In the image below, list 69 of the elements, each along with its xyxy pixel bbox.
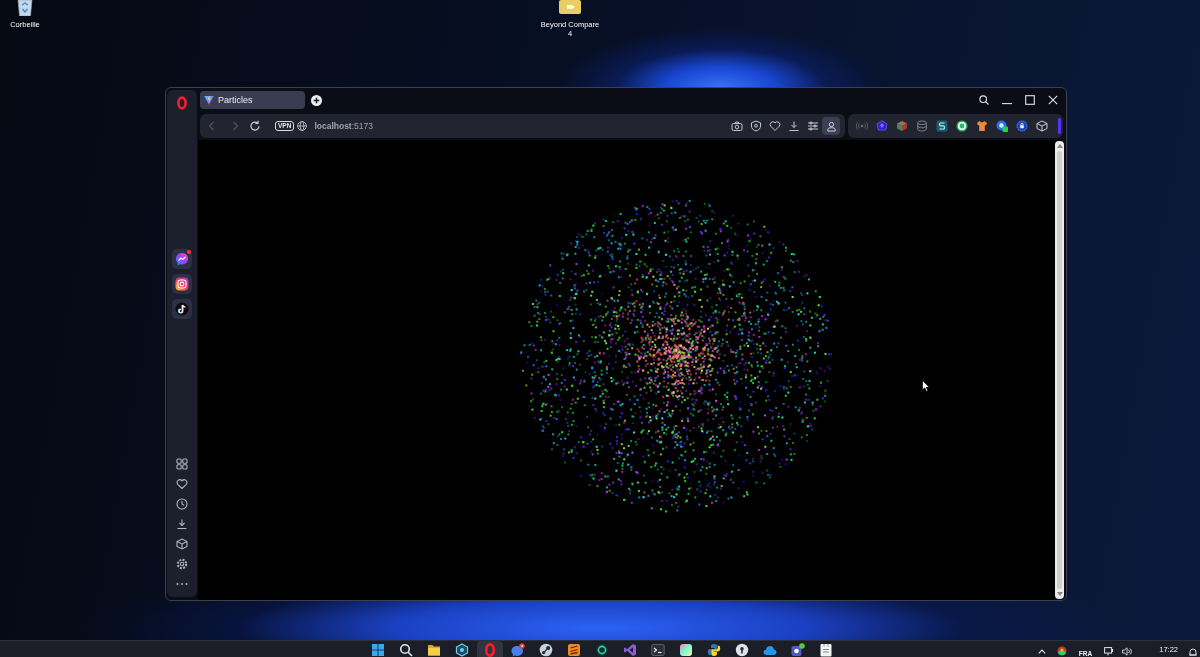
- grid-icon[interactable]: [176, 458, 188, 470]
- tile-badge-icon: [791, 643, 805, 657]
- chat-bubble-icon: [175, 252, 189, 266]
- camera-icon[interactable]: [730, 120, 743, 132]
- two-tone-knot-icon: [707, 643, 721, 657]
- squiggle-tile-icon[interactable]: [936, 120, 948, 132]
- pointer-icon: [922, 380, 930, 392]
- more-icon[interactable]: [176, 582, 188, 586]
- caret-up-icon[interactable]: [1056, 144, 1063, 148]
- scrollbar-track[interactable]: [1055, 141, 1064, 599]
- maximize-icon: [1025, 95, 1035, 105]
- search-icon: [399, 643, 413, 657]
- scrollbar-thumb[interactable]: [1057, 151, 1062, 589]
- chevron-up-icon[interactable]: [1037, 649, 1046, 654]
- stripes-tile-icon: [567, 643, 581, 657]
- person-icon: [825, 120, 837, 132]
- ring-icon[interactable]: [956, 120, 968, 132]
- cube-icon[interactable]: [176, 538, 188, 550]
- shield-icon[interactable]: [749, 120, 762, 132]
- reload-icon[interactable]: [249, 120, 261, 132]
- music-note-icon: [175, 302, 189, 316]
- search-icon: [979, 95, 989, 105]
- browser-tab[interactable]: Particles: [200, 91, 305, 109]
- new-tab-icon[interactable]: [311, 94, 322, 106]
- cloud-icon: [763, 643, 777, 657]
- heart-icon[interactable]: [768, 120, 781, 132]
- network-icon[interactable]: [1104, 647, 1115, 656]
- disc-badge-icon[interactable]: [996, 120, 1008, 132]
- minimize-icon: [1002, 103, 1012, 105]
- clock-icon[interactable]: [176, 498, 188, 510]
- sidebar-app-button[interactable]: [172, 249, 192, 269]
- extensions-cube-icon[interactable]: [1036, 120, 1048, 132]
- app-tile-icon: [559, 0, 581, 14]
- download-icon[interactable]: [787, 120, 800, 132]
- database-icon[interactable]: [916, 120, 928, 132]
- orb-icon: [595, 643, 609, 657]
- start-icon: [371, 643, 385, 657]
- profile-button[interactable]: [822, 117, 840, 135]
- download-icon[interactable]: [176, 518, 188, 530]
- notepad-icon: [819, 643, 833, 657]
- sidebar-app-button[interactable]: [172, 299, 192, 319]
- shirt-icon[interactable]: [976, 120, 988, 132]
- caret-down-icon[interactable]: [1056, 592, 1063, 596]
- sliders-icon[interactable]: [806, 120, 819, 132]
- gem-icon[interactable]: [876, 120, 888, 132]
- close-icon: [1048, 95, 1058, 105]
- heart-icon[interactable]: [176, 478, 188, 490]
- accent-bar: [1058, 118, 1061, 134]
- o-logo-icon: [483, 643, 497, 657]
- gradient-tile-icon: [679, 643, 693, 657]
- globe-icon: [297, 121, 308, 131]
- hexagon-icon: [455, 643, 469, 657]
- ball-icon[interactable]: [1056, 646, 1067, 656]
- sidebar-app-button[interactable]: [172, 274, 192, 294]
- triangle-icon: [204, 95, 214, 105]
- settings-icon[interactable]: [176, 558, 188, 570]
- lock-disc-icon[interactable]: [1016, 120, 1028, 132]
- link-disc-icon: [539, 643, 553, 657]
- o-logo-icon[interactable]: [175, 96, 189, 110]
- address-field[interactable]: localhost:5173: [314, 121, 727, 131]
- bell-icon[interactable]: [1189, 648, 1197, 657]
- folder-icon: [427, 643, 441, 657]
- speaker-icon[interactable]: [1122, 647, 1133, 656]
- chat-bubble-icon: [511, 643, 525, 657]
- recycle-bin-icon: [16, 0, 34, 16]
- broadcast-icon[interactable]: [856, 120, 868, 132]
- camera-tile-icon: [175, 277, 189, 291]
- ribbon-icon: [623, 643, 637, 657]
- block-icon[interactable]: [896, 120, 908, 132]
